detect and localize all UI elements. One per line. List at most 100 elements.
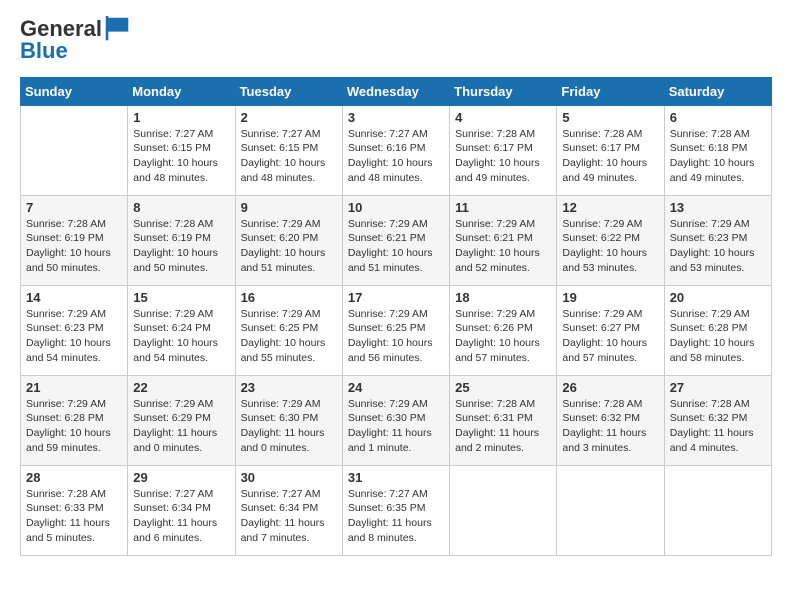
calendar-cell: 12 Sunrise: 7:29 AM Sunset: 6:22 PM Dayli… xyxy=(557,195,664,285)
calendar-cell: 26 Sunrise: 7:28 AM Sunset: 6:32 PM Dayli… xyxy=(557,375,664,465)
day-info: Sunrise: 7:29 AM Sunset: 6:22 PM Dayligh… xyxy=(562,217,658,276)
calendar-cell: 13 Sunrise: 7:29 AM Sunset: 6:23 PM Dayli… xyxy=(664,195,771,285)
day-number: 12 xyxy=(562,200,658,215)
day-number: 6 xyxy=(670,110,766,125)
calendar-cell: 19 Sunrise: 7:29 AM Sunset: 6:27 PM Dayli… xyxy=(557,285,664,375)
calendar-cell: 7 Sunrise: 7:28 AM Sunset: 6:19 PM Daylig… xyxy=(21,195,128,285)
day-info: Sunrise: 7:28 AM Sunset: 6:32 PM Dayligh… xyxy=(562,397,658,456)
day-info: Sunrise: 7:28 AM Sunset: 6:19 PM Dayligh… xyxy=(26,217,122,276)
page-header: General Blue xyxy=(20,16,772,65)
day-info: Sunrise: 7:29 AM Sunset: 6:30 PM Dayligh… xyxy=(241,397,337,456)
day-info: Sunrise: 7:29 AM Sunset: 6:25 PM Dayligh… xyxy=(241,307,337,366)
day-number: 7 xyxy=(26,200,122,215)
day-info: Sunrise: 7:29 AM Sunset: 6:24 PM Dayligh… xyxy=(133,307,229,366)
day-info: Sunrise: 7:28 AM Sunset: 6:32 PM Dayligh… xyxy=(670,397,766,456)
day-info: Sunrise: 7:29 AM Sunset: 6:25 PM Dayligh… xyxy=(348,307,444,366)
logo-flag-icon xyxy=(104,16,130,42)
col-header-thursday: Thursday xyxy=(450,77,557,105)
day-info: Sunrise: 7:28 AM Sunset: 6:31 PM Dayligh… xyxy=(455,397,551,456)
logo-blue-text: Blue xyxy=(20,38,68,64)
week-row-5: 28 Sunrise: 7:28 AM Sunset: 6:33 PM Dayli… xyxy=(21,465,772,555)
day-number: 13 xyxy=(670,200,766,215)
calendar-cell: 24 Sunrise: 7:29 AM Sunset: 6:30 PM Dayli… xyxy=(342,375,449,465)
calendar-cell: 11 Sunrise: 7:29 AM Sunset: 6:21 PM Dayli… xyxy=(450,195,557,285)
day-info: Sunrise: 7:28 AM Sunset: 6:17 PM Dayligh… xyxy=(562,127,658,186)
calendar-cell: 21 Sunrise: 7:29 AM Sunset: 6:28 PM Dayli… xyxy=(21,375,128,465)
day-number: 22 xyxy=(133,380,229,395)
col-header-wednesday: Wednesday xyxy=(342,77,449,105)
day-number: 23 xyxy=(241,380,337,395)
calendar-cell: 10 Sunrise: 7:29 AM Sunset: 6:21 PM Dayli… xyxy=(342,195,449,285)
day-number: 1 xyxy=(133,110,229,125)
calendar-cell xyxy=(21,105,128,195)
day-info: Sunrise: 7:27 AM Sunset: 6:34 PM Dayligh… xyxy=(133,487,229,546)
week-row-3: 14 Sunrise: 7:29 AM Sunset: 6:23 PM Dayli… xyxy=(21,285,772,375)
day-number: 26 xyxy=(562,380,658,395)
day-number: 3 xyxy=(348,110,444,125)
calendar-cell: 2Sunrise: 7:27 AM Sunset: 6:15 PM Daylig… xyxy=(235,105,342,195)
day-info: Sunrise: 7:29 AM Sunset: 6:28 PM Dayligh… xyxy=(26,397,122,456)
day-info: Sunrise: 7:28 AM Sunset: 6:17 PM Dayligh… xyxy=(455,127,551,186)
day-info: Sunrise: 7:29 AM Sunset: 6:23 PM Dayligh… xyxy=(26,307,122,366)
day-info: Sunrise: 7:29 AM Sunset: 6:30 PM Dayligh… xyxy=(348,397,444,456)
day-number: 30 xyxy=(241,470,337,485)
day-info: Sunrise: 7:29 AM Sunset: 6:23 PM Dayligh… xyxy=(670,217,766,276)
calendar-cell: 18Sunrise: 7:29 AM Sunset: 6:26 PM Dayli… xyxy=(450,285,557,375)
day-info: Sunrise: 7:29 AM Sunset: 6:20 PM Dayligh… xyxy=(241,217,337,276)
calendar-cell: 8Sunrise: 7:28 AM Sunset: 6:19 PM Daylig… xyxy=(128,195,235,285)
day-number: 28 xyxy=(26,470,122,485)
week-row-1: 1 Sunrise: 7:27 AM Sunset: 6:15 PM Daylig… xyxy=(21,105,772,195)
day-number: 10 xyxy=(348,200,444,215)
day-info: Sunrise: 7:29 AM Sunset: 6:29 PM Dayligh… xyxy=(133,397,229,456)
day-number: 21 xyxy=(26,380,122,395)
day-info: Sunrise: 7:27 AM Sunset: 6:16 PM Dayligh… xyxy=(348,127,444,186)
calendar-cell: 25 Sunrise: 7:28 AM Sunset: 6:31 PM Dayli… xyxy=(450,375,557,465)
calendar-cell: 17Sunrise: 7:29 AM Sunset: 6:25 PM Dayli… xyxy=(342,285,449,375)
day-number: 20 xyxy=(670,290,766,305)
day-number: 24 xyxy=(348,380,444,395)
day-number: 27 xyxy=(670,380,766,395)
calendar-cell: 4 Sunrise: 7:28 AM Sunset: 6:17 PM Daylig… xyxy=(450,105,557,195)
day-number: 29 xyxy=(133,470,229,485)
day-info: Sunrise: 7:29 AM Sunset: 6:21 PM Dayligh… xyxy=(455,217,551,276)
day-number: 4 xyxy=(455,110,551,125)
calendar-cell: 6 Sunrise: 7:28 AM Sunset: 6:18 PM Daylig… xyxy=(664,105,771,195)
day-number: 11 xyxy=(455,200,551,215)
calendar-cell: 29 Sunrise: 7:27 AM Sunset: 6:34 PM Dayli… xyxy=(128,465,235,555)
calendar-cell: 30 Sunrise: 7:27 AM Sunset: 6:34 PM Dayli… xyxy=(235,465,342,555)
day-number: 15 xyxy=(133,290,229,305)
day-number: 18 xyxy=(455,290,551,305)
calendar-cell: 22 Sunrise: 7:29 AM Sunset: 6:29 PM Dayli… xyxy=(128,375,235,465)
day-number: 25 xyxy=(455,380,551,395)
col-header-monday: Monday xyxy=(128,77,235,105)
logo: General Blue xyxy=(20,16,130,65)
calendar-table: SundayMondayTuesdayWednesdayThursdayFrid… xyxy=(20,77,772,556)
day-info: Sunrise: 7:27 AM Sunset: 6:15 PM Dayligh… xyxy=(133,127,229,186)
day-info: Sunrise: 7:27 AM Sunset: 6:34 PM Dayligh… xyxy=(241,487,337,546)
day-number: 2 xyxy=(241,110,337,125)
calendar-cell: 27 Sunrise: 7:28 AM Sunset: 6:32 PM Dayli… xyxy=(664,375,771,465)
col-header-sunday: Sunday xyxy=(21,77,128,105)
day-info: Sunrise: 7:29 AM Sunset: 6:28 PM Dayligh… xyxy=(670,307,766,366)
week-row-4: 21 Sunrise: 7:29 AM Sunset: 6:28 PM Dayli… xyxy=(21,375,772,465)
day-number: 19 xyxy=(562,290,658,305)
calendar-cell: 5 Sunrise: 7:28 AM Sunset: 6:17 PM Daylig… xyxy=(557,105,664,195)
calendar-cell: 16 Sunrise: 7:29 AM Sunset: 6:25 PM Dayli… xyxy=(235,285,342,375)
day-number: 31 xyxy=(348,470,444,485)
calendar-cell: 20 Sunrise: 7:29 AM Sunset: 6:28 PM Dayli… xyxy=(664,285,771,375)
day-info: Sunrise: 7:28 AM Sunset: 6:18 PM Dayligh… xyxy=(670,127,766,186)
day-info: Sunrise: 7:28 AM Sunset: 6:33 PM Dayligh… xyxy=(26,487,122,546)
day-info: Sunrise: 7:29 AM Sunset: 6:21 PM Dayligh… xyxy=(348,217,444,276)
day-info: Sunrise: 7:28 AM Sunset: 6:19 PM Dayligh… xyxy=(133,217,229,276)
day-info: Sunrise: 7:29 AM Sunset: 6:27 PM Dayligh… xyxy=(562,307,658,366)
calendar-cell: 9Sunrise: 7:29 AM Sunset: 6:20 PM Daylig… xyxy=(235,195,342,285)
calendar-cell: 14 Sunrise: 7:29 AM Sunset: 6:23 PM Dayli… xyxy=(21,285,128,375)
calendar-cell: 1 Sunrise: 7:27 AM Sunset: 6:15 PM Daylig… xyxy=(128,105,235,195)
day-number: 16 xyxy=(241,290,337,305)
day-number: 14 xyxy=(26,290,122,305)
calendar-cell xyxy=(450,465,557,555)
col-header-saturday: Saturday xyxy=(664,77,771,105)
calendar-cell: 15 Sunrise: 7:29 AM Sunset: 6:24 PM Dayli… xyxy=(128,285,235,375)
day-number: 5 xyxy=(562,110,658,125)
col-header-tuesday: Tuesday xyxy=(235,77,342,105)
